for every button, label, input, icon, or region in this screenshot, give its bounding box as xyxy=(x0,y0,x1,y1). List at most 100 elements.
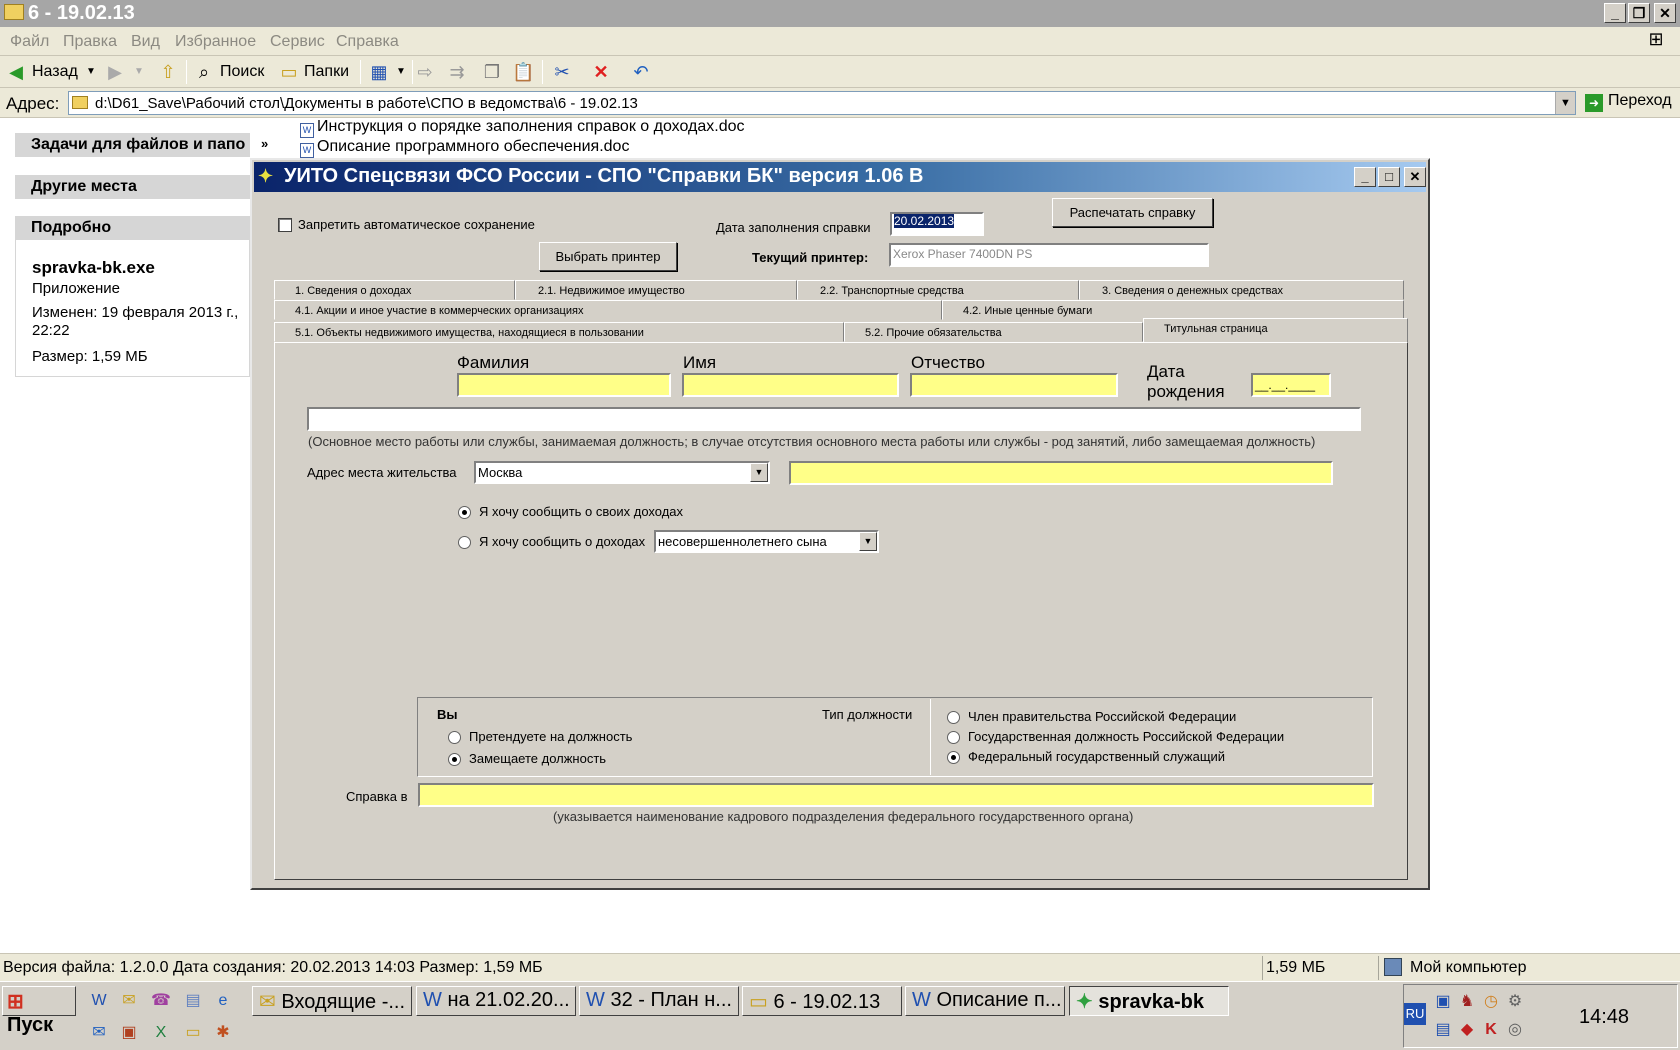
app-maximize-button[interactable]: □ xyxy=(1378,167,1400,187)
app-quicklaunch-icon[interactable]: ▣ xyxy=(118,1022,140,1044)
details-header[interactable]: Подробно xyxy=(15,216,250,240)
app-close-button[interactable]: ✕ xyxy=(1404,167,1426,187)
task-inbox[interactable]: ✉ Входящие -... xyxy=(252,986,412,1016)
word-quicklaunch-icon[interactable]: W xyxy=(88,990,110,1012)
fill-date-field[interactable]: 20.02.2013 xyxy=(890,212,984,236)
radio-gov-member-label: Член правительства Российской Федерации xyxy=(968,709,1237,724)
up-folder-icon[interactable]: ⇧ xyxy=(157,61,179,83)
search-icon[interactable]: ⌕ xyxy=(193,61,215,83)
go-button[interactable]: Переход xyxy=(1608,92,1672,110)
close-button[interactable]: ✕ xyxy=(1654,3,1676,23)
search-button[interactable]: Поиск xyxy=(220,63,264,81)
residence-city-select[interactable]: Москва ▼ xyxy=(474,461,770,484)
views-dropdown-icon[interactable]: ▼ xyxy=(390,61,412,83)
spravka-to-field[interactable] xyxy=(418,783,1374,807)
tool-tray-icon[interactable]: ⚙ xyxy=(1504,991,1526,1013)
k-tray-icon[interactable]: K xyxy=(1480,1019,1502,1041)
restore-button[interactable]: ❐ xyxy=(1628,3,1650,23)
disk-tray-icon[interactable]: ◎ xyxy=(1504,1019,1526,1041)
outlook-quicklaunch-icon[interactable]: ✉ xyxy=(118,990,140,1012)
relative-select[interactable]: несовершеннолетнего сына ▼ xyxy=(654,530,879,553)
address-dropdown-icon[interactable]: ▼ xyxy=(1555,92,1575,114)
back-button[interactable]: Назад xyxy=(32,63,78,81)
task-folder[interactable]: ▭ 6 - 19.02.13 xyxy=(742,986,902,1016)
forward-dropdown-icon[interactable]: ▼ xyxy=(128,61,150,83)
work-position-field[interactable] xyxy=(307,407,1361,431)
views-icon[interactable]: ▦ xyxy=(368,61,390,83)
tab-securities[interactable]: 4.2. Иные ценные бумаги xyxy=(942,300,1404,320)
clock-tray-icon[interactable]: ◷ xyxy=(1480,991,1502,1013)
connection-tray-icon[interactable]: ▤ xyxy=(1432,1019,1454,1041)
app-minimize-button[interactable]: _ xyxy=(1354,167,1376,187)
no-autosave-checkbox[interactable] xyxy=(278,218,292,232)
menu-tools[interactable]: Сервис xyxy=(270,33,325,51)
undo-icon[interactable]: ↶ xyxy=(630,61,652,83)
forward-arrow-icon[interactable]: ▶ xyxy=(104,61,126,83)
language-indicator[interactable]: RU xyxy=(1404,1003,1426,1025)
task-doc-21-02[interactable]: W на 21.02.20... xyxy=(416,986,576,1016)
print-button[interactable]: Распечатать справку xyxy=(1052,198,1213,227)
menu-help[interactable]: Справка xyxy=(336,33,399,51)
cut-icon[interactable]: ✂ xyxy=(551,61,573,83)
radio-fed-servant[interactable] xyxy=(947,751,960,764)
ie-quicklaunch-icon[interactable]: e xyxy=(212,990,234,1012)
start-button[interactable]: ⊞ Пуск xyxy=(2,986,76,1036)
antivirus-tray-icon[interactable]: ♞ xyxy=(1456,991,1478,1013)
radio-hold-position[interactable] xyxy=(448,753,461,766)
calculator-quicklaunch-icon[interactable]: ▤ xyxy=(182,990,204,1012)
copy-icon[interactable]: ❐ xyxy=(481,61,503,83)
mail-quicklaunch-icon[interactable]: ✉ xyxy=(88,1022,110,1044)
windows-flag-icon: ⊞ xyxy=(7,991,24,1013)
file-item[interactable]: W Инструкция о порядке заполнения справок… xyxy=(300,118,745,138)
radio-gov-member[interactable] xyxy=(947,711,960,724)
network-tray-icon[interactable]: ▣ xyxy=(1432,991,1454,1013)
folder-quicklaunch-icon[interactable]: ▭ xyxy=(182,1022,204,1044)
chevron-down-icon[interactable]: ▼ xyxy=(750,463,768,482)
chevron-down-icon[interactable]: ▼ xyxy=(859,532,877,551)
minimize-button[interactable]: _ xyxy=(1604,3,1626,23)
tab-real-estate-use[interactable]: 5.1. Объекты недвижимого имущества, нахо… xyxy=(274,322,844,342)
tool-quicklaunch-icon[interactable]: ✱ xyxy=(212,1022,234,1044)
security-tray-icon[interactable]: ◆ xyxy=(1456,1019,1478,1041)
radio-relative-income[interactable] xyxy=(458,536,471,549)
name-field[interactable] xyxy=(682,373,899,397)
residence-address-field[interactable] xyxy=(789,461,1333,485)
task-spravka-bk[interactable]: ✦ spravka-bk xyxy=(1069,986,1229,1016)
tab-incomes[interactable]: 1. Сведения о доходах xyxy=(274,280,515,300)
tab-cash[interactable]: 3. Сведения о денежных средствах xyxy=(1079,280,1404,300)
tab-vehicles[interactable]: 2.2. Транспортные средства xyxy=(797,280,1079,300)
birth-date-field[interactable]: __.__.____ xyxy=(1251,373,1331,397)
patronymic-field[interactable] xyxy=(910,373,1118,397)
delete-icon[interactable]: ✕ xyxy=(590,61,612,83)
folders-icon[interactable]: ▭ xyxy=(278,61,300,83)
menu-file[interactable]: Файл xyxy=(10,33,49,51)
go-arrow-icon[interactable]: ➜ xyxy=(1585,94,1603,112)
surname-field[interactable] xyxy=(457,373,671,397)
choose-printer-button[interactable]: Выбрать принтер xyxy=(539,242,677,271)
chevron-down-icon[interactable]: » xyxy=(261,136,268,151)
radio-state-position[interactable] xyxy=(947,731,960,744)
tasks-panel-header[interactable]: Задачи для файлов и папо » xyxy=(15,133,268,157)
menu-edit[interactable]: Правка xyxy=(63,33,117,51)
menu-view[interactable]: Вид xyxy=(131,33,160,51)
tab-shares[interactable]: 4.1. Акции и иное участие в коммерческих… xyxy=(274,300,942,320)
file-item[interactable]: W Описание программного обеспечения.doc xyxy=(300,138,629,158)
menu-favorites[interactable]: Избранное xyxy=(175,33,256,51)
radio-apply-position[interactable] xyxy=(448,731,461,744)
move-to-icon[interactable]: ⇨ xyxy=(414,61,436,83)
copy-to-icon[interactable]: ⇉ xyxy=(446,61,468,83)
address-input[interactable]: d:\D61_Save\Рабочий стол\Документы в раб… xyxy=(68,91,1576,115)
task-description[interactable]: W Описание п... xyxy=(905,986,1065,1016)
back-dropdown-icon[interactable]: ▼ xyxy=(80,61,102,83)
back-arrow-icon[interactable]: ◀ xyxy=(5,61,27,83)
tab-real-estate[interactable]: 2.1. Недвижимое имущество xyxy=(515,280,797,300)
tab-title-page[interactable]: Титульная страница xyxy=(1143,318,1408,342)
folders-button[interactable]: Папки xyxy=(304,63,349,81)
excel-quicklaunch-icon[interactable]: X xyxy=(150,1022,172,1044)
task-plan[interactable]: W 32 - План н... xyxy=(579,986,739,1016)
paste-icon[interactable]: 📋 xyxy=(512,61,534,83)
tab-other-obligations[interactable]: 5.2. Прочие обязательства xyxy=(844,322,1143,342)
radio-own-income[interactable] xyxy=(458,506,471,519)
messenger-quicklaunch-icon[interactable]: ☎ xyxy=(150,990,172,1012)
other-places-header[interactable]: Другие места xyxy=(15,175,250,199)
